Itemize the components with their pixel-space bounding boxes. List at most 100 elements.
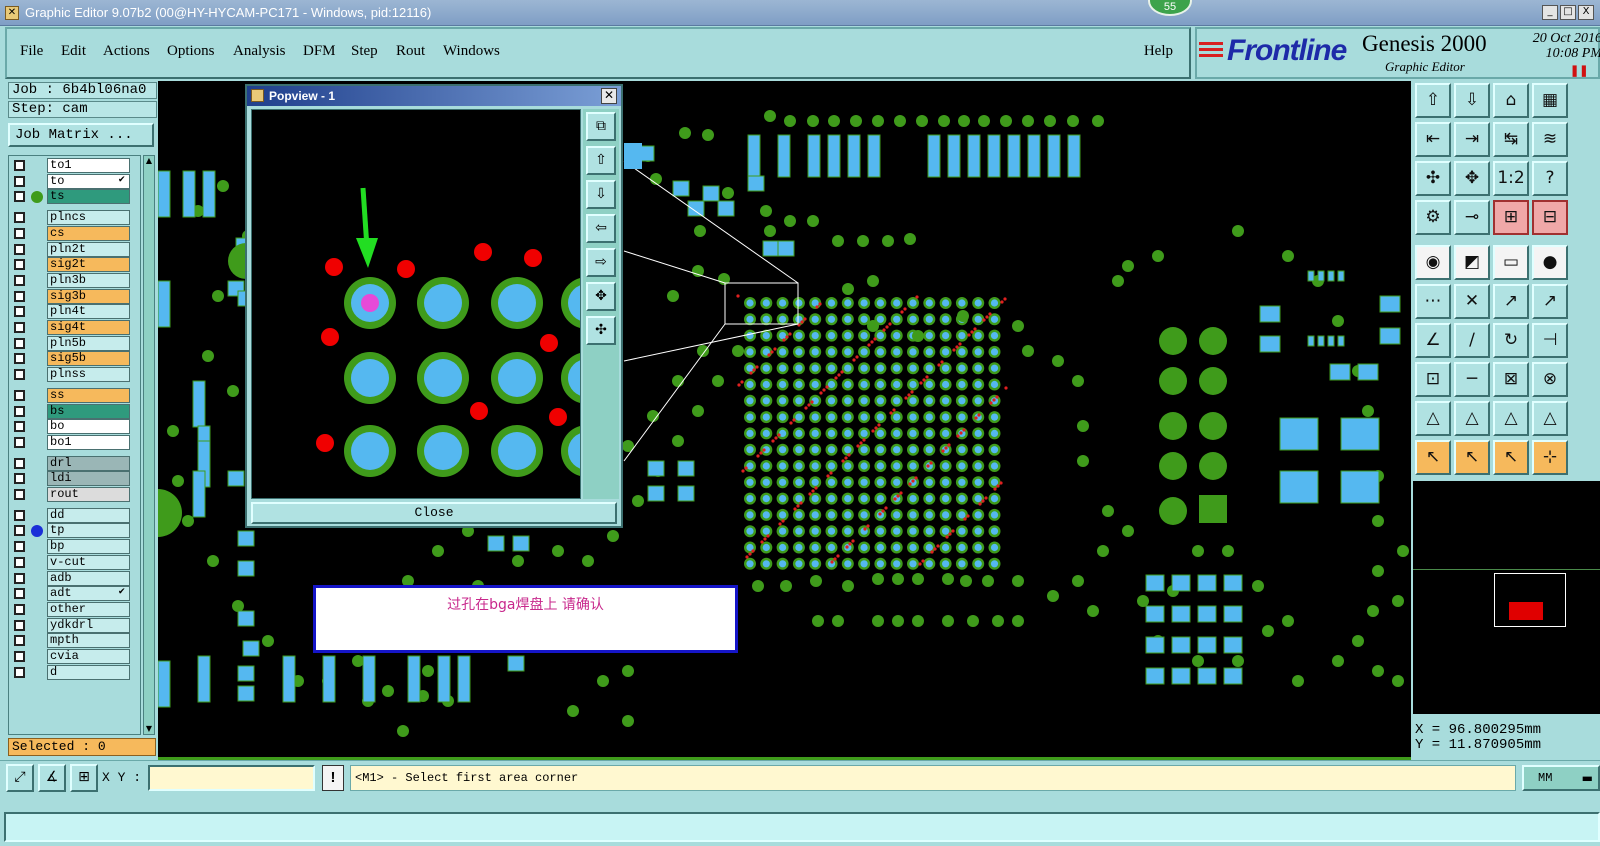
minimize-button[interactable]: _	[1542, 5, 1558, 20]
layer-row-bo[interactable]: bo	[11, 419, 139, 435]
popview-zoom-area[interactable]	[251, 109, 581, 499]
layer-row-sig2t[interactable]: sig2t	[11, 257, 139, 273]
layer-checkbox[interactable]	[14, 525, 25, 537]
layer-checkbox[interactable]	[14, 259, 25, 271]
layer-name[interactable]: bo1	[47, 434, 130, 450]
layer-row-sig3b[interactable]: sig3b	[11, 288, 139, 305]
layer-row-rout[interactable]: rout	[11, 487, 139, 503]
layer-name[interactable]: other	[47, 601, 130, 617]
layer-name[interactable]: ss	[47, 387, 130, 403]
pan-right-icon[interactable]: ⇨	[586, 248, 616, 277]
layer-row-sig5b[interactable]: sig5b	[11, 351, 139, 367]
menu-step[interactable]: Step	[351, 43, 378, 60]
layer-checkbox[interactable]	[14, 619, 25, 631]
layer-checkbox[interactable]	[14, 353, 25, 365]
layer-checkbox[interactable]	[14, 457, 25, 469]
layer-row-ydkdrl[interactable]: ydkdrl	[11, 617, 139, 634]
zoom-out-icon[interactable]: ✣	[586, 316, 616, 345]
layer-checkbox[interactable]	[14, 290, 25, 302]
layer-checkbox[interactable]	[14, 651, 25, 662]
layer-checkbox[interactable]	[14, 405, 25, 417]
job-matrix-button[interactable]: Job Matrix ...	[8, 123, 154, 147]
popview-close-button[interactable]: Close	[251, 502, 617, 524]
layer-row-bp[interactable]: bp	[11, 539, 139, 555]
layer-name[interactable]: sig3b	[47, 288, 130, 304]
tool-button-r6-c2[interactable]: ↻	[1493, 323, 1529, 358]
tool-button-r7-c1[interactable]: ─	[1454, 362, 1490, 397]
maximize-button[interactable]: □	[1560, 5, 1576, 20]
tool-button-r5-c2[interactable]: ↗	[1493, 284, 1529, 319]
layer-row-other[interactable]: other	[11, 601, 139, 618]
layer-name[interactable]: sig2t	[47, 257, 130, 273]
zoom-in-icon[interactable]: ✥	[586, 282, 616, 311]
layer-row-pln3b[interactable]: pln3b	[11, 272, 139, 289]
layer-name[interactable]: mpth	[47, 633, 130, 649]
layer-row-sig4t[interactable]: sig4t	[11, 320, 139, 336]
layer-checkbox[interactable]	[14, 666, 25, 678]
layer-row-to1[interactable]: to1	[11, 158, 139, 174]
tool-button-r5-c1[interactable]: ✕	[1454, 284, 1490, 319]
layer-checkbox[interactable]	[14, 389, 25, 401]
tool-button-r6-c1[interactable]: ∕	[1454, 323, 1490, 358]
layer-name[interactable]: v-cut	[47, 554, 130, 570]
layer-row-adt[interactable]: adt ✔	[11, 586, 139, 602]
tool-button-r7-c0[interactable]: ⊡	[1415, 362, 1451, 397]
layer-checkbox[interactable]	[14, 212, 25, 224]
layer-name[interactable]: pln2t	[47, 241, 130, 257]
tool-button-r8-c0[interactable]: △	[1415, 401, 1451, 436]
menu-windows[interactable]: Windows	[443, 43, 500, 60]
layer-row-plncs[interactable]: plncs	[11, 210, 139, 226]
layer-checkbox[interactable]	[14, 572, 25, 584]
tool-button-r5-c0[interactable]: ⋯	[1415, 284, 1451, 319]
layer-name[interactable]: to1	[47, 158, 130, 173]
tool-button-r2-c0[interactable]: ✣	[1415, 161, 1451, 196]
minimap[interactable]	[1413, 569, 1600, 629]
layer-row-pln2t[interactable]: pln2t	[11, 241, 139, 258]
layer-name[interactable]: plnss	[47, 367, 130, 383]
snap-icon[interactable]: ⤢	[6, 764, 34, 792]
tool-button-r6-c3[interactable]: ⊣	[1532, 323, 1568, 358]
pan-up-icon[interactable]: ⇧	[586, 146, 616, 175]
layer-checkbox[interactable]	[14, 541, 25, 553]
layer-checkbox[interactable]	[14, 306, 25, 318]
layer-row-mpth[interactable]: mpth	[11, 633, 139, 649]
layer-row-drl[interactable]: drl	[11, 455, 139, 472]
layer-row-pln4t[interactable]: pln4t	[11, 304, 139, 320]
pan-down-icon[interactable]: ⇩	[586, 180, 616, 209]
alert-icon[interactable]: !	[322, 765, 344, 791]
tool-button-r3-c0[interactable]: ⚙	[1415, 200, 1451, 235]
layer-name[interactable]: bo	[47, 419, 130, 435]
layer-name[interactable]: sig5b	[47, 351, 130, 367]
layer-checkbox[interactable]	[14, 603, 25, 615]
layer-row-adb[interactable]: adb	[11, 570, 139, 587]
layer-name[interactable]: d	[47, 664, 130, 680]
angle-icon[interactable]: ∡	[38, 764, 66, 792]
notification-badge[interactable]: 55	[1148, 0, 1192, 16]
tool-button-r7-c2[interactable]: ⊠	[1493, 362, 1529, 397]
tool-button-r9-c0[interactable]: ↖	[1415, 440, 1451, 475]
tool-button-r0-c1[interactable]: ⇩	[1454, 83, 1490, 118]
layer-scrollbar[interactable]: ▲ ▼	[143, 155, 155, 735]
layer-row-ss[interactable]: ss	[11, 387, 139, 404]
layer-checkbox[interactable]	[14, 322, 25, 333]
tool-button-r4-c3[interactable]: ●	[1532, 245, 1568, 280]
layer-name[interactable]: pln3b	[47, 272, 130, 288]
tool-button-r3-c3[interactable]: ⊟	[1532, 200, 1568, 235]
layer-name[interactable]: pln5b	[47, 335, 130, 351]
layer-name[interactable]: cs	[47, 225, 130, 241]
layer-name[interactable]: sig4t	[47, 320, 130, 335]
layer-name[interactable]: ts	[47, 189, 130, 205]
tool-button-r3-c2[interactable]: ⊞	[1493, 200, 1529, 235]
layer-row-v-cut[interactable]: v-cut	[11, 554, 139, 571]
layer-name[interactable]: adb	[47, 570, 130, 586]
layer-row-ts[interactable]: ts	[11, 189, 139, 205]
tool-button-r0-c3[interactable]: ▦	[1532, 83, 1568, 118]
tool-button-r9-c2[interactable]: ↖	[1493, 440, 1529, 475]
tool-button-r2-c2[interactable]: 1:2	[1493, 161, 1529, 196]
tool-button-r4-c1[interactable]: ◩	[1454, 245, 1490, 280]
layer-checkbox[interactable]	[14, 635, 25, 647]
layer-checkbox[interactable]	[14, 243, 25, 255]
layer-name[interactable]: dd	[47, 507, 130, 523]
popview-close-icon[interactable]: ✕	[601, 88, 617, 104]
layer-name[interactable]: drl	[47, 455, 130, 471]
